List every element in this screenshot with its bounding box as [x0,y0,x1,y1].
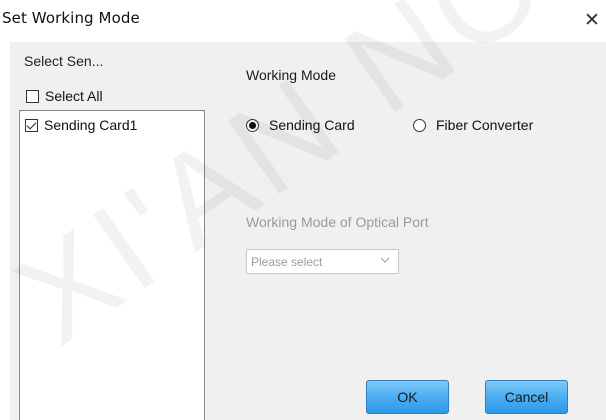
list-item-label: Sending Card1 [44,117,138,133]
cancel-button[interactable]: Cancel [485,380,568,414]
sending-card-list[interactable]: Sending Card1 [19,110,205,420]
close-icon[interactable]: ✕ [581,10,603,31]
select-all-checkbox-box[interactable] [26,89,39,103]
optical-port-select-value: Please select [251,255,323,269]
radio-sending-card-label: Sending Card [269,117,355,133]
select-all-label: Select All [45,88,103,104]
chevron-down-icon [380,257,390,263]
radio-sending-card[interactable]: Sending Card [246,117,355,133]
radio-sending-card-button[interactable] [246,118,259,132]
radio-fiber-converter-button[interactable] [413,118,426,132]
set-working-mode-dialog: Set Working Mode ✕ Select Sen... Select … [0,0,606,420]
radio-fiber-converter[interactable]: Fiber Converter [413,117,533,133]
sending-card1-checkbox[interactable] [25,118,38,132]
list-item[interactable]: Sending Card1 [25,117,137,133]
ok-button[interactable]: OK [366,380,449,414]
dialog-title: Set Working Mode [2,9,140,27]
working-mode-label: Working Mode [246,67,337,83]
radio-fiber-converter-label: Fiber Converter [436,117,534,133]
optical-port-mode-select[interactable]: Please select [246,249,399,274]
optical-port-mode-label: Working Mode of Optical Port [246,214,429,230]
title-bar[interactable]: Set Working Mode ✕ [0,0,606,42]
select-all-checkbox[interactable]: Select All [26,88,103,104]
select-sending-card-label: Select Sen... [24,53,104,69]
